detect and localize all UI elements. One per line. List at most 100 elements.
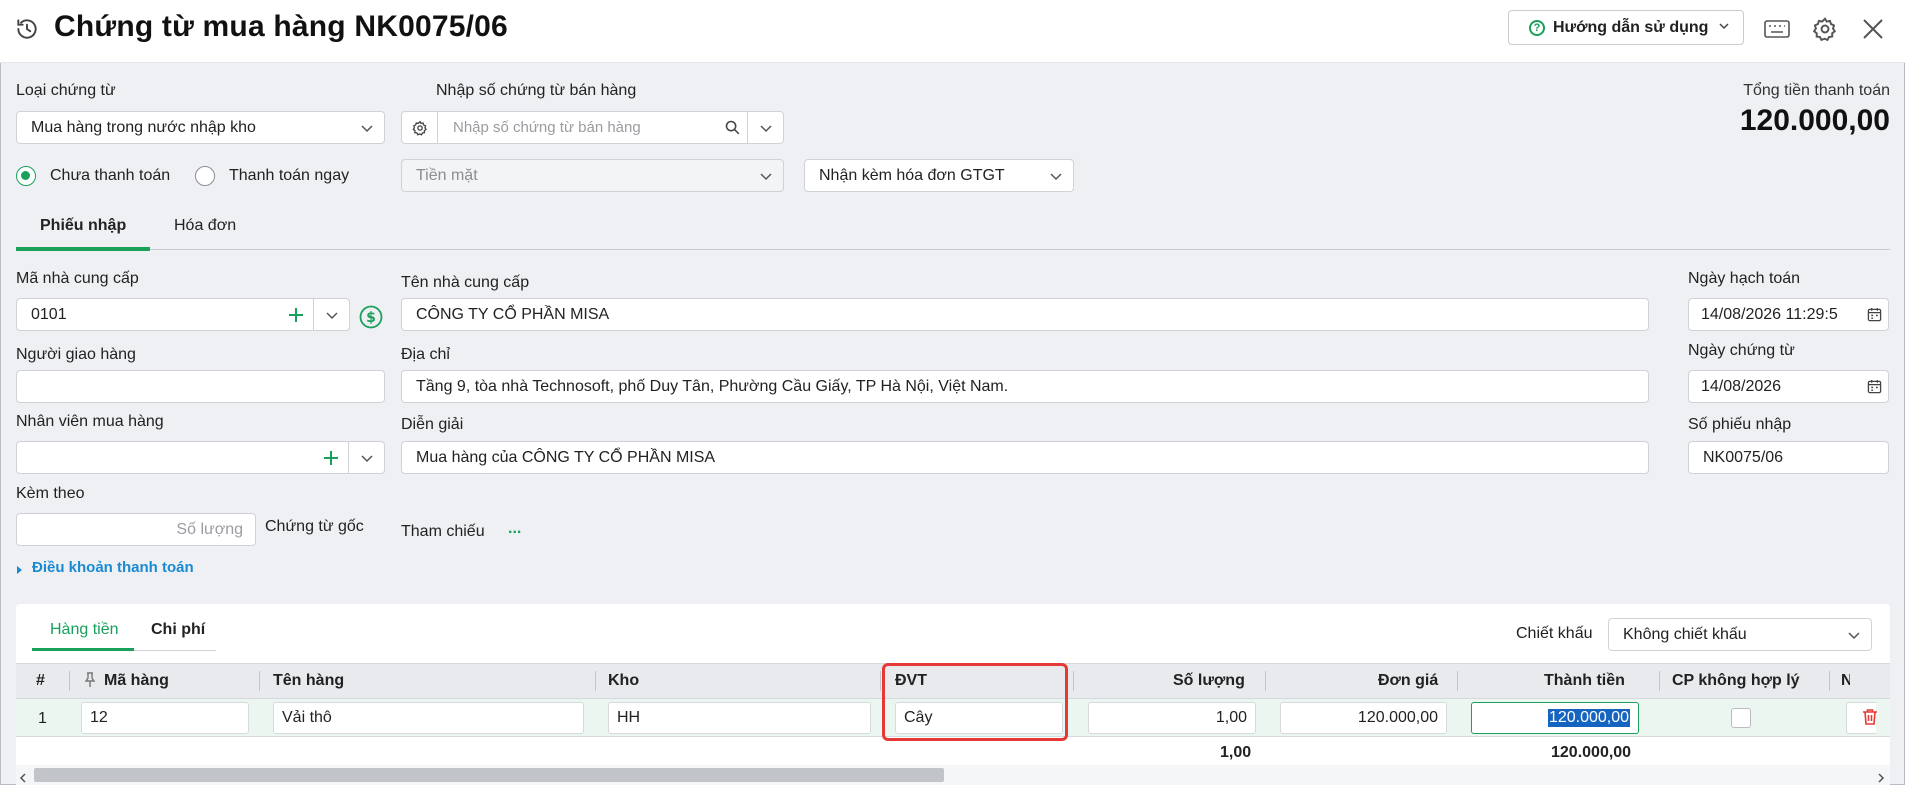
payment-method-select[interactable]: Tiền mặt	[401, 159, 784, 192]
attach-label: Kèm theo	[16, 485, 85, 502]
subtab-chi-phi[interactable]: Chi phí	[151, 621, 205, 639]
description-input[interactable]: Mua hàng của CÔNG TY CỔ PHẦN MISA	[401, 441, 1649, 474]
row-unit-price-input[interactable]: 120.000,00	[1280, 702, 1447, 734]
settings-icon[interactable]	[402, 112, 438, 143]
scroll-left-icon[interactable]	[19, 770, 27, 785]
scroll-right-icon[interactable]	[1877, 770, 1885, 785]
reference-label: Tham chiếu	[401, 523, 485, 540]
radio-pay-now-label: Thanh toán ngay	[229, 167, 350, 184]
col-separator[interactable]	[1829, 671, 1830, 691]
close-icon[interactable]	[1858, 14, 1888, 44]
col-separator[interactable]	[1457, 671, 1458, 691]
row-item-code-input[interactable]: 12	[81, 702, 249, 734]
buyer-label: Nhân viên mua hàng	[16, 413, 164, 430]
col-unreasonable-cost: CP không hợp lý	[1672, 672, 1800, 689]
chevron-down-icon	[1847, 628, 1861, 642]
caret-right-icon[interactable]	[16, 562, 24, 580]
col-separator[interactable]	[259, 671, 260, 691]
guide-button[interactable]: ? Hướng dẫn sử dụng	[1508, 10, 1744, 45]
doc-type-select[interactable]: Mua hàng trong nước nhập kho	[16, 111, 385, 144]
col-index: #	[36, 672, 45, 689]
history-icon[interactable]	[14, 16, 40, 42]
invoice-option-value: Nhận kèm hóa đơn GTGT	[819, 166, 1005, 184]
chevron-down-icon[interactable]	[313, 299, 349, 330]
chevron-down-icon[interactable]	[348, 442, 384, 473]
receipt-no-input[interactable]: NK0075/06	[1688, 441, 1889, 474]
total-label: Tổng tiền thanh toán	[1743, 82, 1890, 99]
address-label: Địa chỉ	[401, 346, 450, 363]
col-separator[interactable]	[595, 671, 596, 691]
payment-method-value: Tiền mặt	[416, 166, 478, 184]
receipt-no-label: Số phiếu nhập	[1688, 416, 1792, 433]
row-warehouse-input[interactable]: HH	[608, 702, 871, 734]
supplier-name-input[interactable]: CÔNG TY CỔ PHẦN MISA	[401, 298, 1649, 331]
payment-terms-link[interactable]: Điều khoản thanh toán	[32, 559, 194, 576]
invoice-option-select[interactable]: Nhận kèm hóa đơn GTGT	[804, 159, 1074, 192]
calendar-icon[interactable]	[1860, 307, 1888, 322]
row-amount-input[interactable]: 120.000,00	[1471, 702, 1639, 734]
col-separator[interactable]	[69, 671, 70, 691]
header-bar: Chứng từ mua hàng NK0075/06 ? Hướng dẫn …	[0, 0, 1905, 63]
gear-icon[interactable]	[1810, 14, 1840, 44]
radio-unpaid[interactable]	[16, 166, 36, 186]
chevron-down-icon	[1049, 169, 1063, 183]
posting-date-input[interactable]: 14/08/2026 11:29:5	[1689, 306, 1860, 324]
row-item-name-input[interactable]: Vải thô	[273, 702, 584, 734]
keyboard-icon[interactable]	[1762, 14, 1792, 44]
svg-text:$: $	[366, 310, 376, 326]
col-separator[interactable]	[880, 671, 881, 691]
row-index: 1	[38, 710, 47, 727]
total-value: 120.000,00	[1739, 104, 1890, 137]
row-quantity-input[interactable]: 1,00	[1088, 702, 1256, 734]
radio-unpaid-label: Chưa thanh toán	[50, 167, 171, 184]
supplier-name-label: Tên nhà cung cấp	[401, 274, 530, 291]
trash-icon[interactable]	[1862, 708, 1878, 731]
posting-date-field: 14/08/2026 11:29:5	[1688, 298, 1889, 331]
address-input[interactable]: Tầng 9, tòa nhà Technosoft, phố Duy Tân,…	[401, 370, 1649, 403]
unit-column-highlight	[882, 663, 1068, 741]
col-separator[interactable]	[1265, 671, 1266, 691]
scrollbar-thumb[interactable]	[34, 768, 944, 782]
buyer-field	[16, 441, 385, 474]
chevron-down-icon[interactable]	[747, 112, 783, 143]
tab-phieu-nhap[interactable]: Phiếu nhập	[40, 217, 126, 235]
origin-doc-label: Chứng từ gốc	[265, 518, 364, 535]
dollar-icon[interactable]: $	[359, 305, 383, 329]
pin-icon[interactable]	[83, 672, 97, 693]
doc-date-field: 14/08/2026	[1688, 370, 1889, 403]
page-title: Chứng từ mua hàng NK0075/06	[54, 10, 508, 43]
guide-label: Hướng dẫn sử dụng	[1553, 18, 1709, 36]
help-icon: ?	[1529, 19, 1545, 36]
col-unit-price: Đơn giá	[1378, 672, 1439, 689]
sales-doc-field: Nhập số chứng từ bán hàng	[401, 111, 784, 144]
plus-icon[interactable]	[279, 307, 313, 323]
col-separator[interactable]	[1073, 671, 1074, 691]
discount-select[interactable]: Không chiết khấu	[1608, 618, 1872, 651]
col-amount: Thành tiền	[1544, 672, 1625, 689]
tab-active-indicator	[16, 247, 150, 251]
reference-more-link[interactable]: ...	[508, 520, 521, 538]
sales-doc-input[interactable]: Nhập số chứng từ bán hàng	[438, 119, 717, 136]
deliverer-label: Người giao hàng	[16, 346, 136, 363]
col-separator[interactable]	[1659, 671, 1660, 691]
calendar-icon[interactable]	[1860, 379, 1888, 394]
tab-hoa-don[interactable]: Hóa đơn	[174, 217, 236, 235]
doc-type-label: Loại chứng từ	[16, 82, 116, 99]
row-unreasonable-checkbox[interactable]	[1731, 708, 1751, 728]
total-quantity: 1,00	[1220, 744, 1252, 761]
subtab-active-indicator	[32, 648, 134, 651]
subtab-hang-tien[interactable]: Hàng tiền	[50, 621, 119, 639]
attach-qty-input[interactable]: Số lượng	[16, 513, 256, 546]
deliverer-input[interactable]	[16, 370, 385, 403]
chevron-down-icon	[759, 169, 773, 183]
chevron-down-icon	[1718, 19, 1730, 37]
attach-qty-placeholder: Số lượng	[176, 520, 243, 538]
supplier-code-field: 0101	[16, 298, 350, 331]
posting-date-label: Ngày hạch toán	[1688, 270, 1801, 287]
row-amount-selected: 120.000,00	[1547, 709, 1630, 727]
radio-pay-now[interactable]	[195, 166, 215, 186]
search-icon[interactable]	[717, 119, 747, 136]
plus-icon[interactable]	[314, 450, 348, 466]
doc-date-input[interactable]: 14/08/2026	[1689, 378, 1860, 396]
supplier-code-input[interactable]: 0101	[17, 306, 279, 324]
